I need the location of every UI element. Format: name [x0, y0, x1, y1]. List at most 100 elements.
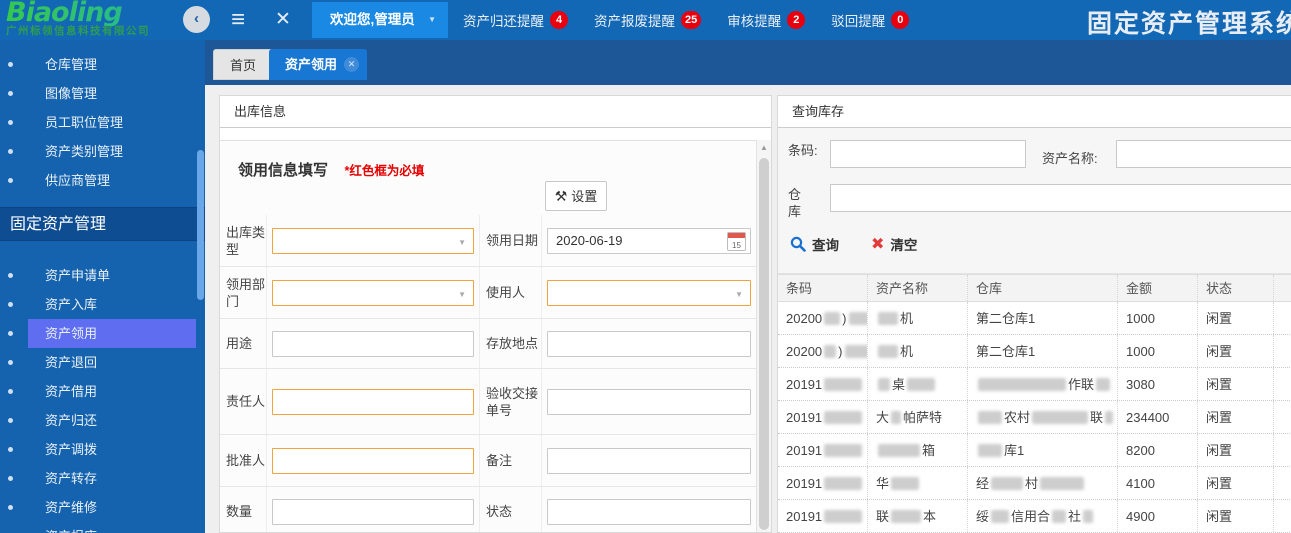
sidebar-item-资产报废[interactable]: 资产报废: [0, 522, 205, 533]
field-cell: [267, 487, 480, 532]
table-row[interactable]: 20191大帕萨特农村联234400闲置: [778, 401, 1291, 434]
sidebar-item-供应商管理[interactable]: 供应商管理: [0, 166, 205, 195]
sidebar-item-资产退回[interactable]: 资产退回: [0, 348, 205, 377]
cell-text: 绥: [976, 509, 989, 524]
column-header[interactable]: 状态: [1198, 275, 1274, 301]
scrollbar-thumb[interactable]: [759, 158, 769, 530]
field-label: 出库类型: [220, 215, 266, 266]
warehouse-cell: 绥信用合社: [968, 500, 1118, 532]
scroll-up-icon[interactable]: ▲: [757, 140, 771, 156]
tab-label: 资产领用: [285, 57, 337, 72]
tools-icon: ⚒: [555, 188, 568, 204]
sidebar-item-资产借用[interactable]: 资产借用: [0, 377, 205, 406]
column-header[interactable]: 资产名称: [868, 275, 968, 301]
text-field[interactable]: [272, 331, 474, 357]
sidebar-item-资产归还[interactable]: 资产归还: [0, 406, 205, 435]
sidebar-item-资产申请单[interactable]: 资产申请单: [0, 261, 205, 290]
amount-cell: 3080: [1118, 368, 1198, 400]
user-menu-button[interactable]: 欢迎您,管理员 ▼: [312, 2, 448, 38]
warehouse-label: 仓库: [788, 186, 808, 220]
barcode-input[interactable]: [830, 140, 1026, 168]
dropdown-field[interactable]: ▼: [547, 280, 751, 306]
column-header[interactable]: 金额: [1118, 275, 1198, 301]
tab-close-icon[interactable]: ✕: [344, 57, 359, 72]
bullet-icon: [8, 273, 13, 278]
table-row[interactable]: 20200)机第二仓库11000闲置: [778, 335, 1291, 368]
cell-text: 大: [876, 410, 889, 425]
collapse-back-button[interactable]: ‹: [183, 6, 210, 33]
field-wrap: [267, 369, 479, 434]
field-label: 验收交接单号: [480, 369, 541, 434]
settings-button[interactable]: ⚒设置: [545, 181, 607, 211]
cell-text: 20191: [786, 509, 822, 524]
menu-icon[interactable]: ≡: [231, 5, 245, 35]
chevron-down-icon: ▼: [458, 290, 466, 299]
sidebar-scrollbar[interactable]: [197, 150, 204, 300]
tab-首页[interactable]: 首页: [213, 49, 273, 80]
close-icon[interactable]: ✕: [275, 7, 291, 33]
text-field[interactable]: [547, 499, 751, 525]
redacted-text: [978, 411, 1002, 424]
asset-name-cell: 联本: [868, 500, 968, 532]
field-cell: [542, 435, 756, 486]
field-wrap: ▼: [542, 267, 756, 318]
table-row[interactable]: 20191桌作联3080闲置: [778, 368, 1291, 401]
asset-name-input[interactable]: [1116, 140, 1291, 168]
field-cell: ▼: [267, 267, 480, 318]
text-field[interactable]: [272, 499, 474, 525]
field-label-cell: 用途: [220, 319, 267, 368]
column-header[interactable]: 条码: [778, 275, 868, 301]
sidebar-item-员工职位管理[interactable]: 员工职位管理: [0, 108, 205, 137]
notification-item[interactable]: 资产归还提醒4: [463, 10, 568, 30]
table-row[interactable]: 20191箱库18200闲置: [778, 434, 1291, 467]
sidebar-item-图像管理[interactable]: 图像管理: [0, 79, 205, 108]
tab-资产领用[interactable]: 资产领用 ✕: [269, 49, 367, 80]
sidebar-item-资产领用[interactable]: 资产领用: [0, 319, 205, 348]
inventory-table: 条码资产名称仓库金额状态20200)机第二仓库11000闲置20200)机第二仓…: [778, 274, 1291, 533]
text-field[interactable]: [547, 331, 751, 357]
sidebar-item-资产转存[interactable]: 资产转存: [0, 464, 205, 493]
inventory-panel-title: 查询库存: [778, 96, 1291, 128]
field-cell: ▼: [267, 215, 480, 266]
calendar-icon[interactable]: 15: [727, 232, 746, 251]
sidebar-item-资产维修[interactable]: 资产维修: [0, 493, 205, 522]
asset-name-label: 资产名称:: [1042, 150, 1098, 167]
notification-item[interactable]: 资产报废提醒25: [594, 10, 701, 30]
dropdown-field[interactable]: ▼: [272, 280, 474, 306]
text-field[interactable]: [272, 389, 474, 415]
form-scrollbar[interactable]: ▲: [756, 140, 771, 532]
field-label-cell: 备注: [480, 435, 542, 486]
notification-item[interactable]: 驳回提醒0: [831, 10, 909, 30]
notification-item[interactable]: 审核提醒2: [727, 10, 805, 30]
column-header[interactable]: [1274, 275, 1291, 301]
form-row: 领用部门▼使用人▼: [220, 267, 756, 319]
sidebar-item-资产入库[interactable]: 资产入库: [0, 290, 205, 319]
text-field[interactable]: [547, 389, 751, 415]
asset-name-cell: 机: [868, 335, 968, 367]
amount-cell: 8200: [1118, 434, 1198, 466]
date-field[interactable]: 2020-06-1915: [547, 228, 751, 254]
warehouse-input[interactable]: [830, 184, 1291, 212]
redacted-text: [1083, 510, 1093, 523]
notification-bar: 资产归还提醒4 资产报废提醒25 审核提醒2 驳回提醒0: [463, 0, 909, 40]
table-row[interactable]: 20191华经村4100闲置: [778, 467, 1291, 500]
table-row[interactable]: 20200)机第二仓库11000闲置: [778, 302, 1291, 335]
column-header[interactable]: 仓库: [968, 275, 1118, 301]
sidebar-item-label: 资产领用: [45, 326, 97, 341]
field-label-cell: 数量: [220, 487, 267, 532]
warehouse-cell: 农村联: [968, 401, 1118, 433]
dropdown-field[interactable]: ▼: [272, 228, 474, 254]
status-cell: 闲置: [1198, 335, 1274, 367]
redacted-text: [878, 345, 898, 358]
cell-text: 20191: [786, 377, 822, 392]
bullet-icon: [8, 360, 13, 365]
text-field[interactable]: [272, 448, 474, 474]
sidebar-item-资产类别管理[interactable]: 资产类别管理: [0, 137, 205, 166]
text-field[interactable]: [547, 448, 751, 474]
clear-button[interactable]: ✖ 清空: [871, 234, 917, 254]
sidebar-item-仓库管理[interactable]: 仓库管理: [0, 50, 205, 79]
search-button[interactable]: 查询: [790, 234, 839, 254]
table-row[interactable]: 20191联本绥信用合社4900闲置: [778, 500, 1291, 533]
sidebar-item-资产调拨[interactable]: 资产调拨: [0, 435, 205, 464]
status-cell: 闲置: [1198, 368, 1274, 400]
